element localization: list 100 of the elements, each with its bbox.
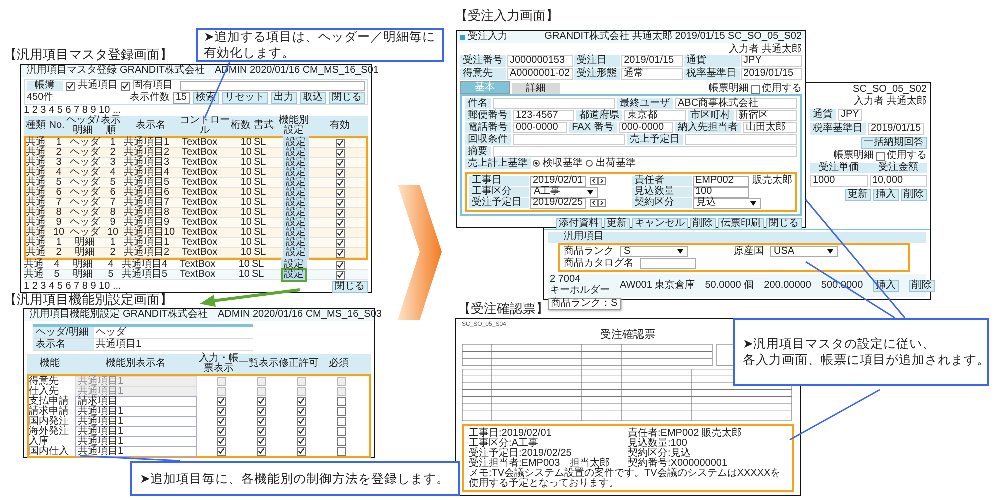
pager-links[interactable]: 1 2 3 4 5 6 7 8 9 10 ...: [24, 106, 368, 116]
radio-button[interactable]: [533, 160, 540, 167]
checkbox[interactable]: [336, 198, 344, 208]
table-cell-text: 共通: [26, 188, 47, 198]
close-button[interactable]: 閉じる: [332, 281, 368, 293]
checkbox[interactable]: [216, 417, 226, 426]
checkbox[interactable]: [751, 85, 760, 94]
prev-next-icon[interactable]: [590, 199, 606, 207]
checkbox[interactable]: [336, 238, 344, 248]
action-button[interactable]: 閉じる: [766, 218, 802, 230]
text-input[interactable]: 共通項目1: [75, 416, 197, 427]
field-value: 山田太郎: [742, 122, 798, 133]
checkbox[interactable]: [876, 152, 885, 160]
text-input[interactable]: 共通項目1: [75, 436, 197, 447]
page-size-select[interactable]: 15: [172, 92, 190, 104]
text-input[interactable]: [685, 134, 797, 145]
checkbox[interactable]: [216, 447, 226, 456]
toolbar-button[interactable]: リセット: [222, 92, 268, 104]
column-header: コントロール: [180, 116, 230, 136]
checkbox[interactable]: [336, 260, 344, 270]
checkbox[interactable]: [256, 397, 266, 406]
prev-next-icon[interactable]: [590, 177, 606, 185]
radio-button[interactable]: [586, 160, 593, 167]
checkbox[interactable]: [216, 427, 226, 436]
checkbox[interactable]: [121, 82, 130, 90]
text-input[interactable]: [493, 98, 615, 109]
text-input[interactable]: 共通項目1: [75, 406, 197, 417]
field-label: 得意先: [460, 68, 506, 80]
checkbox[interactable]: [256, 427, 266, 436]
text-input[interactable]: 共通項目1: [75, 446, 197, 457]
table-cell-text: 10: [238, 270, 251, 280]
checkbox[interactable]: [336, 397, 346, 406]
checkbox[interactable]: [336, 148, 344, 158]
checkbox[interactable]: [216, 397, 226, 406]
checkbox[interactable]: [296, 437, 306, 446]
action-button[interactable]: 更新: [604, 218, 630, 230]
action-button[interactable]: キャンセル: [632, 218, 688, 230]
checkbox[interactable]: [336, 228, 344, 238]
checkbox[interactable]: [256, 407, 266, 416]
checkbox[interactable]: [296, 427, 306, 436]
checkbox[interactable]: [296, 397, 306, 406]
table-cell-text: 1: [109, 138, 117, 148]
toolbar-button[interactable]: 閉じる: [329, 92, 365, 104]
row-action-button[interactable]: 削除: [909, 280, 936, 292]
dropdown-field[interactable]: USA: [770, 246, 838, 257]
checkbox[interactable]: [336, 437, 346, 446]
table-cell-text: 10: [240, 198, 253, 208]
text-input[interactable]: EMP002: [692, 176, 748, 186]
checkbox[interactable]: [336, 248, 344, 258]
text-input[interactable]: [640, 258, 696, 269]
checkbox[interactable]: [336, 407, 346, 416]
checkbox[interactable]: [336, 178, 344, 188]
amount-field[interactable]: 10,000: [870, 175, 927, 187]
table-cell-text: SL: [254, 248, 268, 258]
amount-field[interactable]: 1000: [810, 175, 868, 187]
settings-button[interactable]: 設定: [281, 268, 307, 282]
checkbox[interactable]: [336, 208, 344, 218]
checkbox[interactable]: [256, 447, 266, 456]
action-button[interactable]: 伝票印刷: [718, 218, 764, 230]
text-input[interactable]: [493, 146, 797, 157]
checkbox[interactable]: [256, 437, 266, 446]
checkbox[interactable]: [296, 417, 306, 426]
checkbox[interactable]: [216, 407, 226, 416]
checkbox[interactable]: [336, 158, 344, 168]
checkbox[interactable]: [336, 188, 344, 198]
pager-links[interactable]: 1 2 3 4 5 6 7 8 9 10 ...: [24, 282, 122, 292]
checkbox[interactable]: [256, 417, 266, 426]
checkbox[interactable]: [336, 417, 346, 426]
dropdown-field[interactable]: [180, 81, 365, 91]
checkbox[interactable]: [336, 270, 344, 280]
text-input[interactable]: 請求項目: [75, 396, 197, 407]
row-action-button[interactable]: 更新: [845, 189, 871, 201]
toolbar-button[interactable]: 取込: [300, 92, 326, 104]
text-input[interactable]: 100: [692, 186, 748, 198]
checkbox[interactable]: [66, 82, 75, 90]
row-action-button[interactable]: 挿入: [873, 189, 899, 201]
checkbox[interactable]: [336, 447, 346, 456]
checkbox[interactable]: [336, 218, 344, 228]
date-field[interactable]: 2019/02/01: [530, 176, 586, 186]
dropdown-field[interactable]: A工事: [530, 186, 598, 198]
text-input[interactable]: [513, 134, 625, 145]
toolbar-button[interactable]: 出力: [271, 92, 297, 104]
table-cell-text: 共通: [26, 228, 47, 238]
date-field[interactable]: 2019/02/25: [530, 198, 586, 208]
text-input[interactable]: 共通項目1: [75, 426, 197, 437]
table-cell: キーホルダー: [550, 286, 610, 296]
action-button[interactable]: 添付資料: [556, 218, 602, 230]
table-cell-text: ヘッダ: [69, 148, 102, 158]
dropdown-field[interactable]: S: [620, 246, 688, 257]
row-action-button[interactable]: 削除: [901, 189, 927, 201]
checkbox[interactable]: [336, 168, 344, 178]
checkbox[interactable]: [296, 447, 306, 456]
checkbox[interactable]: [216, 437, 226, 446]
dropdown-field[interactable]: 見込: [692, 198, 760, 208]
tab[interactable]: 詳細: [512, 83, 560, 94]
checkbox[interactable]: [336, 138, 344, 148]
checkbox[interactable]: [336, 427, 346, 436]
action-button[interactable]: 削除: [690, 218, 716, 230]
delivery-answer-button[interactable]: 一括納期回答: [861, 137, 927, 149]
checkbox[interactable]: [296, 407, 306, 416]
